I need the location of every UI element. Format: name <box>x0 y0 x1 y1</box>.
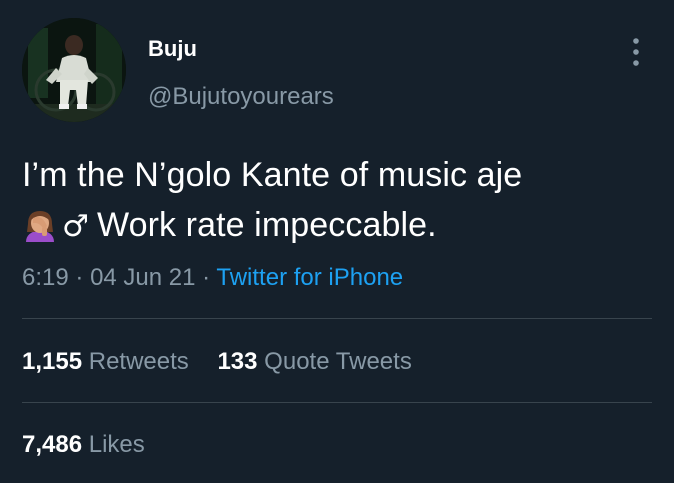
meta-separator: · <box>202 264 211 291</box>
tweet-source-link[interactable]: Twitter for iPhone <box>216 264 403 291</box>
likes-stat[interactable]: 7,486 Likes <box>22 429 145 461</box>
author-name[interactable]: Buju <box>148 36 197 62</box>
more-vertical-icon <box>633 38 639 66</box>
likes-stats: 7,486 Likes <box>22 429 167 461</box>
quote-tweets-label: Quote Tweets <box>264 348 412 375</box>
likes-label: Likes <box>88 431 145 458</box>
avatar[interactable] <box>22 18 126 122</box>
tweet-meta: 6:19 · 04 Jun 21 · Twitter for iPhone <box>22 262 403 294</box>
tweet-text-line-2: ♂ Work rate impeccable. <box>22 200 652 252</box>
retweets-count: 1,155 <box>22 348 83 375</box>
woman-facepalming-icon <box>22 206 58 242</box>
retweets-stat[interactable]: 1,155 Retweets <box>22 346 189 378</box>
tweet-time[interactable]: 6:19 <box>22 264 69 291</box>
tweet-detail: Buju @Bujutoyourears I’m the N’golo Kant… <box>0 0 674 483</box>
retweets-label: Retweets <box>88 348 189 375</box>
tweet-text: I’m the N’golo Kante of music aje ♂ Work … <box>22 150 652 252</box>
divider <box>22 402 652 403</box>
avatar-photo <box>22 18 126 122</box>
meta-separator: · <box>75 264 84 291</box>
likes-count: 7,486 <box>22 431 83 458</box>
male-sign: ♂ <box>62 209 89 244</box>
tweet-text-line-2-text: Work rate impeccable. <box>97 206 437 244</box>
quote-tweets-count: 133 <box>217 348 258 375</box>
tweet-text-line-1: I’m the N’golo Kante of music aje <box>22 156 523 194</box>
more-options-button[interactable] <box>626 36 646 68</box>
tweet-date[interactable]: 04 Jun 21 <box>90 264 195 291</box>
engagement-stats: 1,155 Retweets 133 Quote Tweets <box>22 346 434 378</box>
divider <box>22 318 652 319</box>
quote-tweets-stat[interactable]: 133 Quote Tweets <box>217 346 411 378</box>
author-handle[interactable]: @Bujutoyourears <box>148 83 334 111</box>
